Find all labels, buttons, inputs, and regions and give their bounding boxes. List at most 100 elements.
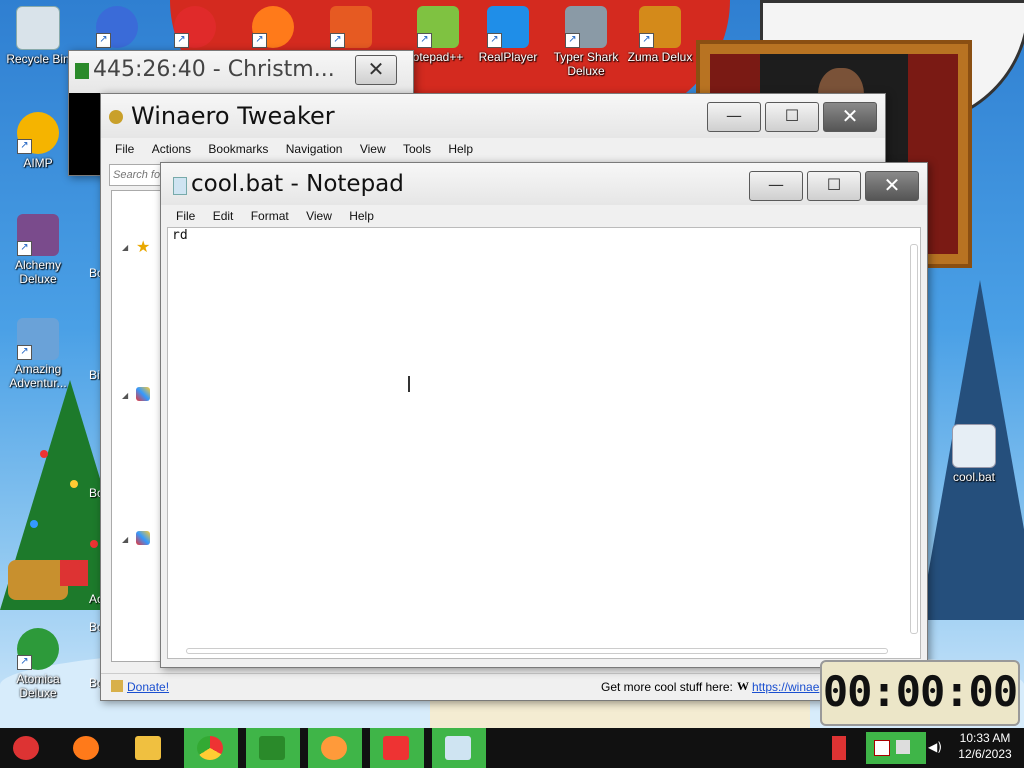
close-button[interactable]: ✕ — [823, 102, 877, 132]
taskbar-notepad[interactable] — [432, 728, 486, 768]
desktop-icon-game-2[interactable]: ↗ — [92, 6, 142, 50]
ornament — [30, 520, 38, 528]
menu-navigation[interactable]: Navigation — [286, 142, 343, 156]
menu-view[interactable]: View — [360, 142, 386, 156]
taskbar: ◀) 10:33 AM 12/6/2023 — [0, 728, 1024, 768]
desktop-icon-aimp[interactable]: ↗ AIMP — [0, 112, 76, 170]
close-button[interactable]: ✕ — [865, 171, 919, 201]
minimize-button[interactable]: — — [749, 171, 803, 201]
bat-file-icon — [952, 424, 996, 468]
notepad-window[interactable]: cool.bat - Notepad — ☐ ✕ File Edit Forma… — [160, 162, 928, 668]
menu-help[interactable]: Help — [349, 209, 374, 223]
clock[interactable]: 10:33 AM 12/6/2023 — [950, 730, 1020, 762]
clock-time: 10:33 AM — [959, 731, 1011, 745]
desktop-icon-alchemy[interactable]: ↗ Alchemy Deluxe — [0, 214, 76, 286]
menu-bookmarks[interactable]: Bookmarks — [208, 142, 268, 156]
icon-label: Atomica Deluxe — [16, 672, 60, 700]
desktop-icon-realplayer[interactable]: ↗ RealPlayer — [470, 6, 546, 64]
chrome-icon — [197, 736, 223, 760]
menu-format[interactable]: Format — [251, 209, 289, 223]
taskbar-christmas-tree[interactable] — [246, 728, 300, 768]
desktop-icon-atomica[interactable]: ↗ Atomica Deluxe — [0, 628, 76, 700]
vertical-scrollbar[interactable] — [910, 244, 918, 634]
desktop-icon-torii[interactable]: ↗ — [326, 6, 376, 50]
text-content: rd — [172, 228, 188, 243]
taskbar-anydesk[interactable] — [370, 728, 424, 768]
teddy-bear-decoration — [8, 560, 68, 600]
window-title: 445:26:40 - Christm... — [93, 57, 335, 82]
start-button[interactable] — [0, 728, 54, 768]
realplayer-icon: ↗ — [487, 6, 529, 48]
recycle-bin-icon — [16, 6, 60, 50]
desktop-icon-cool-bat[interactable]: cool.bat — [936, 424, 1012, 484]
text-cursor-icon — [408, 376, 410, 392]
atomica-icon: ↗ — [17, 628, 59, 670]
maximize-button[interactable]: ☐ — [807, 171, 861, 201]
notepadpp-icon: ↗ — [417, 6, 459, 48]
desktop-icon-firefox[interactable]: ↗ — [248, 6, 298, 50]
ornament — [40, 450, 48, 458]
donate-link[interactable]: Donate! — [127, 680, 169, 694]
expand-arrow-icon[interactable]: ◢ — [122, 535, 128, 544]
taskbar-firefox-2[interactable] — [308, 728, 362, 768]
advanced-appearance-icon — [136, 531, 150, 545]
notepad-icon — [445, 736, 471, 760]
icon-label: Recycle Bin — [6, 52, 70, 66]
desktop-icon-typer-shark[interactable]: ↗ Typer Shark Deluxe — [548, 6, 624, 78]
text-area[interactable]: rd — [167, 227, 921, 659]
icon-label: Amazing Adventur... — [9, 362, 67, 390]
menu-file[interactable]: File — [176, 209, 195, 223]
minimize-button[interactable]: — — [707, 102, 761, 132]
tray-flag-icon[interactable] — [832, 736, 846, 760]
menu-bar: File Actions Bookmarks Navigation View T… — [115, 142, 885, 156]
status-bar: Donate! Get more cool stuff here: W http… — [101, 673, 885, 700]
volume-icon[interactable]: ◀) — [928, 740, 942, 754]
timer-widget[interactable]: 00:00:00 — [820, 660, 1020, 726]
menu-edit[interactable]: Edit — [213, 209, 234, 223]
winaero-link[interactable]: https://winae — [752, 680, 819, 694]
christmas-tree-icon — [259, 736, 285, 760]
firefox-icon — [321, 736, 347, 760]
taskbar-chrome[interactable] — [184, 728, 238, 768]
firefox-icon — [73, 736, 99, 760]
typer-shark-icon: ↗ — [565, 6, 607, 48]
title-bar[interactable]: cool.bat - Notepad — ☐ ✕ — [161, 163, 927, 205]
maximize-button[interactable]: ☐ — [765, 102, 819, 132]
anydesk-icon — [383, 736, 409, 760]
desktop-icon-red-creature[interactable]: ↗ — [170, 6, 220, 50]
menu-actions[interactable]: Actions — [152, 142, 191, 156]
menu-bar: File Edit Format View Help — [176, 209, 927, 223]
desktop-icon-recycle-bin[interactable]: Recycle Bin — [0, 6, 76, 66]
tray-area[interactable] — [866, 732, 926, 764]
icon-label: RealPlayer — [478, 50, 538, 64]
appearance-icon — [136, 387, 150, 401]
menu-tools[interactable]: Tools — [403, 142, 431, 156]
star-icon: ★ — [136, 237, 151, 256]
more-stuff-label: Get more cool stuff here: — [601, 680, 733, 694]
santa-start-icon — [13, 736, 39, 760]
menu-view[interactable]: View — [306, 209, 332, 223]
gift-box-decoration — [60, 560, 88, 586]
close-button[interactable]: ✕ — [355, 55, 397, 85]
menu-file[interactable]: File — [115, 142, 134, 156]
menu-help[interactable]: Help — [448, 142, 473, 156]
notepad-icon — [173, 177, 187, 195]
horizontal-scrollbar[interactable] — [186, 648, 888, 654]
title-bar[interactable]: 445:26:40 - Christm... ✕ — [69, 51, 413, 93]
taskbar-file-explorer[interactable] — [122, 728, 176, 768]
network-error-icon[interactable] — [874, 740, 890, 756]
winaero-w-icon: W — [737, 679, 749, 693]
expand-arrow-icon[interactable]: ◢ — [122, 243, 128, 252]
expand-arrow-icon[interactable]: ◢ — [122, 391, 128, 400]
aimp-icon: ↗ — [17, 112, 59, 154]
desktop-icon-amazing-adventures[interactable]: ↗ Amazing Adventur... — [0, 318, 76, 390]
title-bar[interactable]: Winaero Tweaker — ☐ ✕ — [101, 94, 885, 138]
red-creature-icon: ↗ — [174, 6, 216, 48]
tree-panel[interactable]: ◢ ★ ◢ ◢ — [111, 190, 167, 662]
zuma-icon: ↗ — [639, 6, 681, 48]
desktop-icon-zuma[interactable]: ↗ Zuma Delux — [622, 6, 698, 64]
taskbar-firefox[interactable] — [60, 728, 114, 768]
ornament — [90, 540, 98, 548]
network-icon[interactable] — [896, 740, 910, 754]
icon-label: Zuma Delux — [627, 50, 693, 64]
